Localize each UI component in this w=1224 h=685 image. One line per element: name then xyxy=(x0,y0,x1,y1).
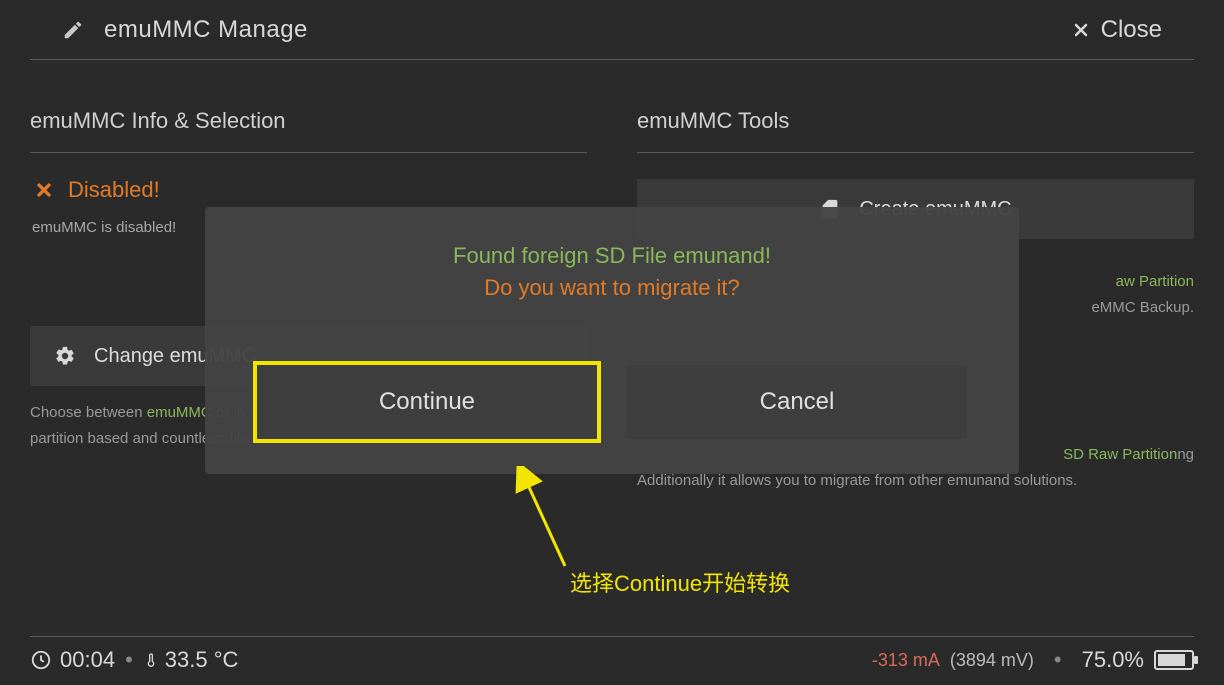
edit-icon xyxy=(62,19,84,41)
temp-value: 33.5 °C xyxy=(165,647,239,673)
clock-icon xyxy=(30,649,52,671)
dialog-message-line1: Found foreign SD File emunand! xyxy=(453,243,771,269)
dialog-message-line2: Do you want to migrate it? xyxy=(484,275,740,301)
close-label: Close xyxy=(1101,16,1162,44)
continue-button[interactable]: Continue xyxy=(257,365,597,439)
cancel-label: Cancel xyxy=(760,388,835,416)
migrate-dialog: Found foreign SD File emunand! Do you wa… xyxy=(205,207,1019,474)
cancel-button[interactable]: Cancel xyxy=(627,365,967,439)
disabled-icon xyxy=(34,180,54,200)
close-icon xyxy=(1071,20,1091,40)
status-text: Disabled! xyxy=(68,177,160,203)
right-section-title: emuMMC Tools xyxy=(637,100,1194,153)
close-button[interactable]: Close xyxy=(1071,16,1162,44)
annotation-text: 选择Continue开始转换 xyxy=(570,566,790,598)
header-bar: emuMMC Manage Close xyxy=(30,0,1194,60)
voltage-value: (3894 mV) xyxy=(950,650,1034,671)
battery-icon xyxy=(1154,650,1194,670)
battery-percent: 75.0% xyxy=(1082,647,1144,673)
gear-icon xyxy=(54,345,76,367)
current-value: -313 mA xyxy=(872,650,940,671)
page-title: emuMMC Manage xyxy=(104,16,308,44)
continue-label: Continue xyxy=(379,388,475,416)
status-bar: 00:04 • 33.5 °C -313 mA (3894 mV) • 75.0… xyxy=(30,636,1194,673)
thermometer-icon xyxy=(143,649,159,671)
left-section-title: emuMMC Info & Selection xyxy=(30,100,587,153)
time-value: 00:04 xyxy=(60,647,115,673)
